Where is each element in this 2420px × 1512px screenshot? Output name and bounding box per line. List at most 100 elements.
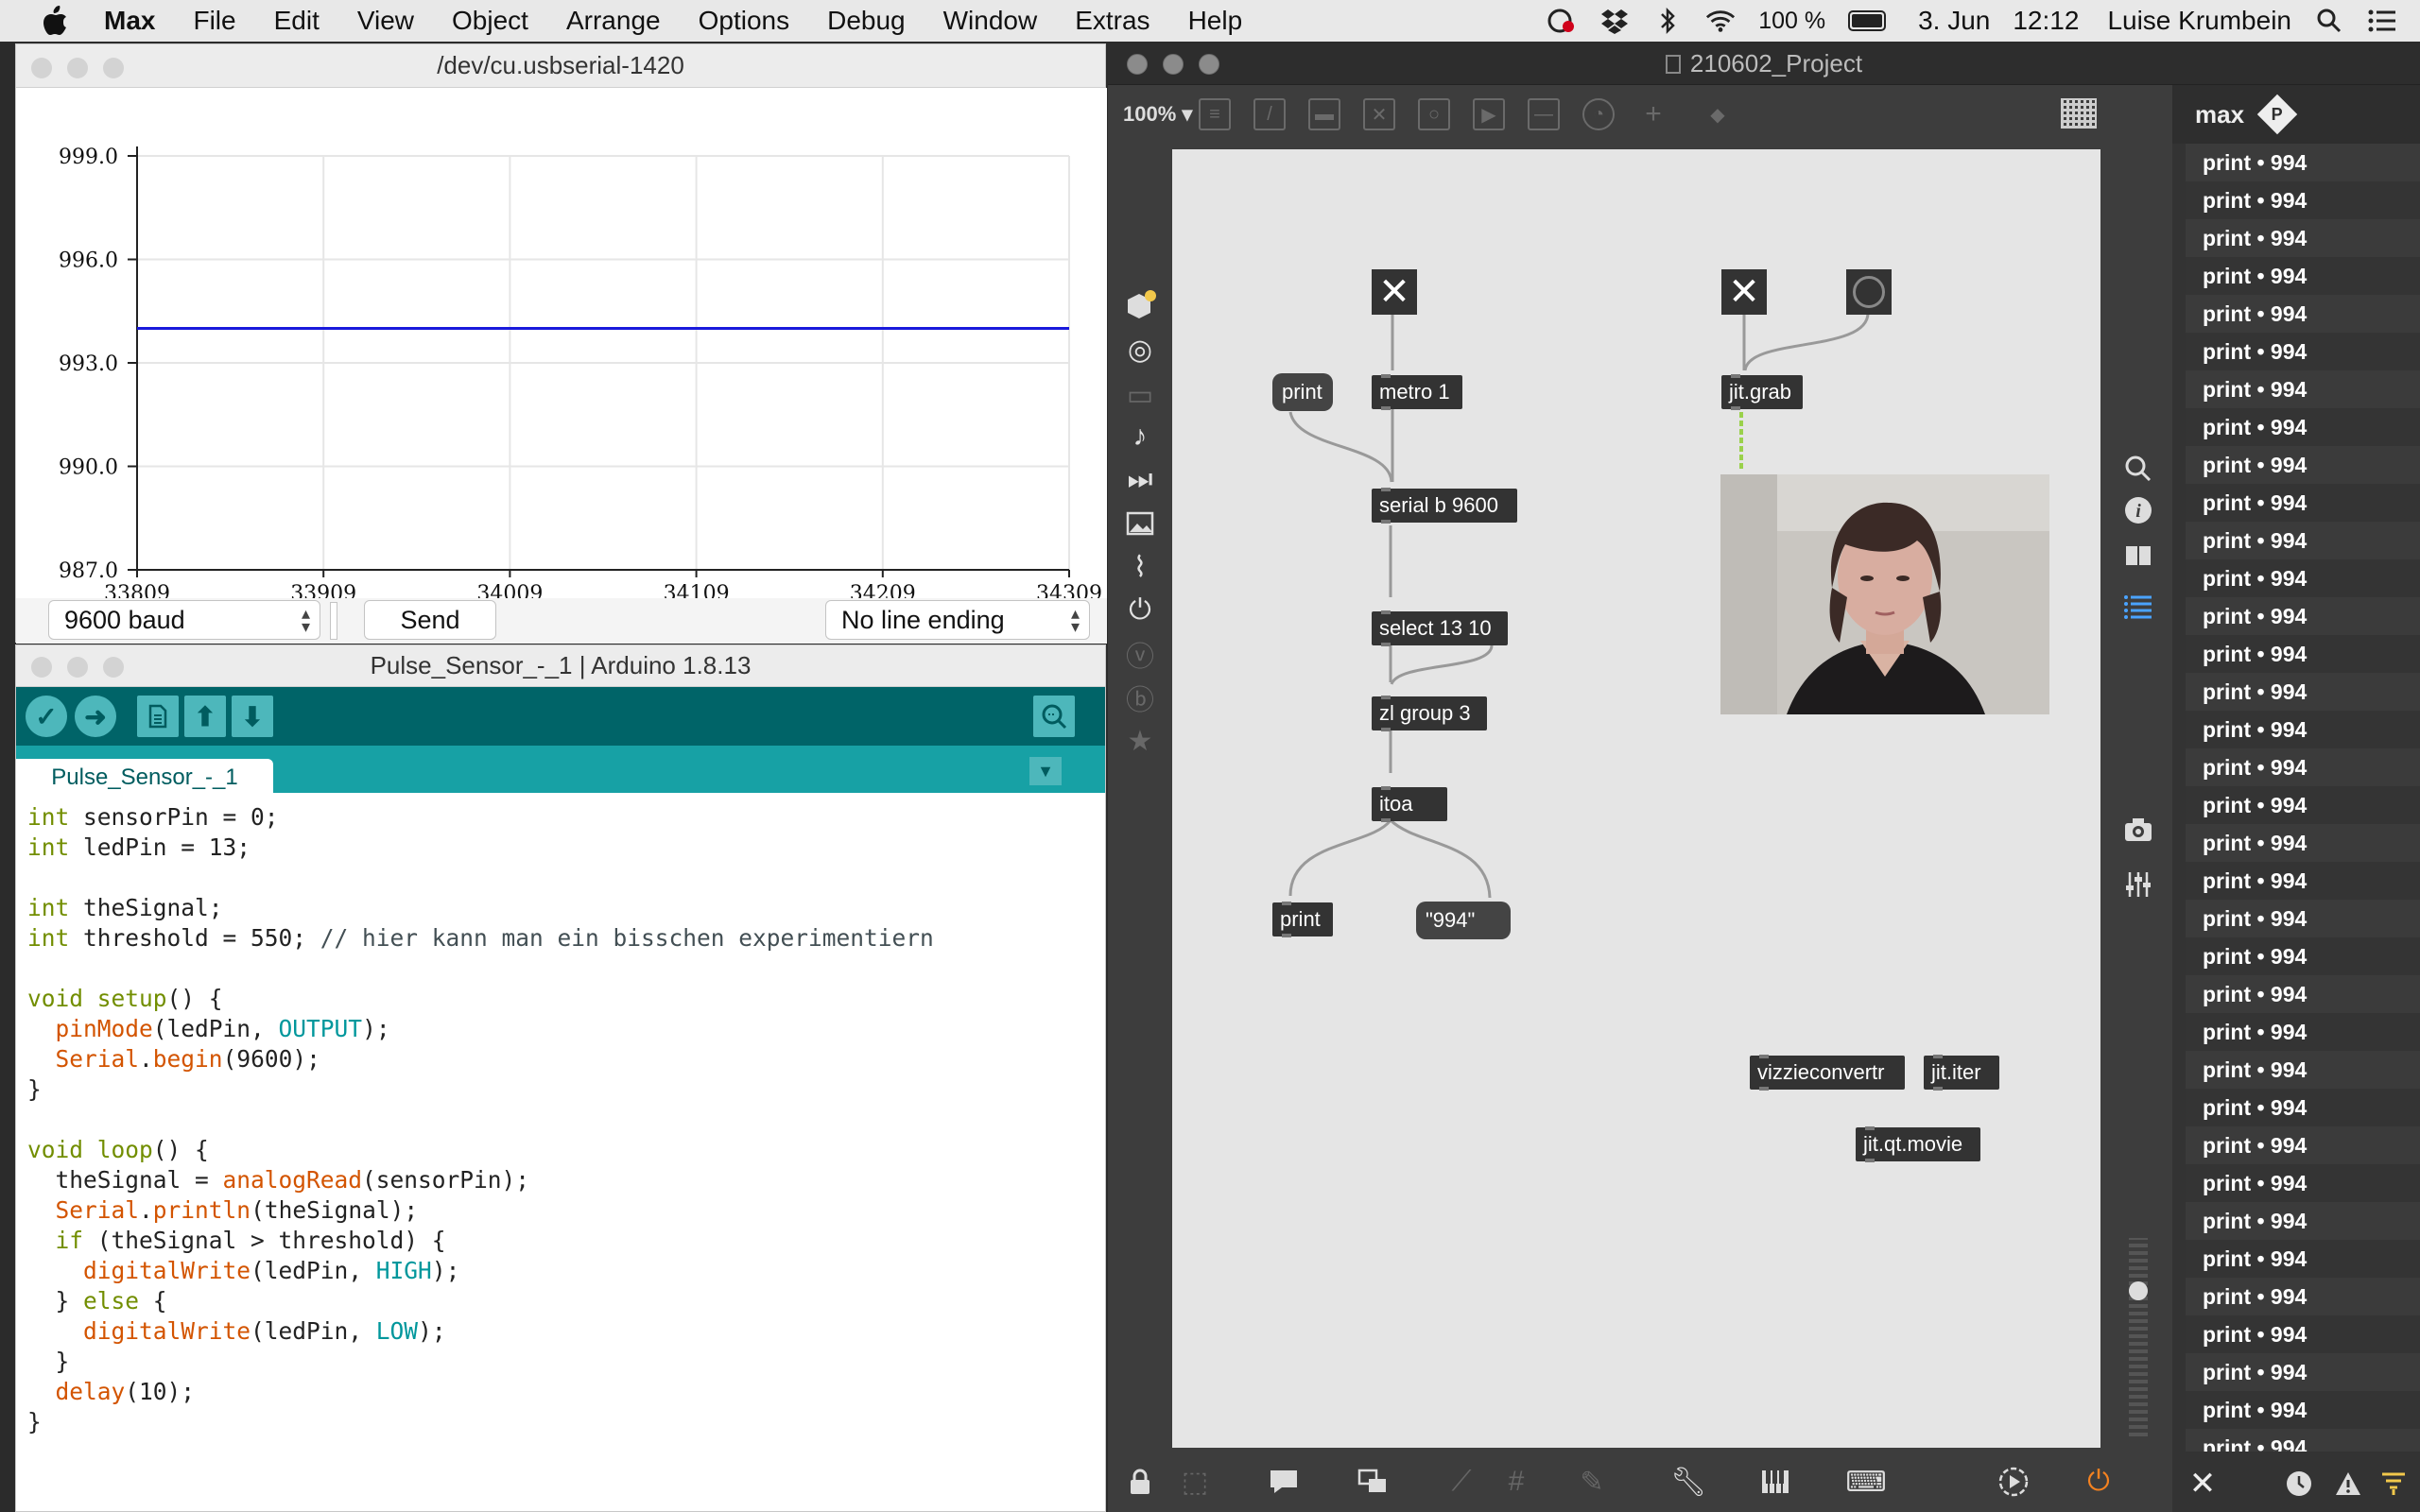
console-row[interactable]: print • 994 xyxy=(2186,862,2420,900)
upload-icon[interactable]: ➜ xyxy=(75,696,116,737)
console-row[interactable]: print • 994 xyxy=(2186,824,2420,862)
lock-icon[interactable] xyxy=(1123,1465,1157,1499)
send-input[interactable] xyxy=(330,602,337,640)
battery-icon[interactable] xyxy=(1848,10,1887,31)
package-manager-icon[interactable] xyxy=(1123,289,1157,323)
paperclip-icon[interactable]: ⌇ xyxy=(1123,550,1157,584)
console-row[interactable]: print • 994 xyxy=(2186,370,2420,408)
mixer-sliders-icon[interactable] xyxy=(2121,868,2155,902)
console-row[interactable]: print • 994 xyxy=(2186,408,2420,446)
itoa-object[interactable]: itoa xyxy=(1372,786,1447,822)
paint-bucket-icon[interactable]: ◆ xyxy=(1702,98,1734,130)
menu-arrange[interactable]: Arrange xyxy=(566,6,661,36)
media-step-icon[interactable]: ⏭ xyxy=(1123,463,1157,497)
console-row[interactable]: print • 994 xyxy=(2186,597,2420,635)
console-row[interactable]: print • 994 xyxy=(2186,1126,2420,1164)
grid-icon[interactable]: # xyxy=(1499,1465,1533,1499)
device-icon[interactable]: ▭ xyxy=(1123,378,1157,412)
console-row[interactable]: print • 994 xyxy=(2186,1051,2420,1089)
console-row[interactable]: print • 994 xyxy=(2186,446,2420,484)
align-icon[interactable]: ≡ xyxy=(1199,98,1231,130)
arrange-windows-icon[interactable] xyxy=(1356,1465,1390,1499)
console-row[interactable]: print • 994 xyxy=(2186,673,2420,711)
bang-object-icon[interactable]: ○ xyxy=(1418,98,1450,130)
console-row[interactable]: print • 994 xyxy=(2186,786,2420,824)
console-row[interactable]: print • 994 xyxy=(2186,144,2420,181)
console-row[interactable]: print • 994 xyxy=(2186,257,2420,295)
timestamp-icon[interactable] xyxy=(2282,1467,2316,1501)
comment-bubble-icon[interactable] xyxy=(1267,1465,1301,1499)
console-row[interactable]: print • 994 xyxy=(2186,1391,2420,1429)
console-row[interactable]: print • 994 xyxy=(2186,1202,2420,1240)
object-icon[interactable]: / xyxy=(1253,98,1286,130)
piano-icon[interactable] xyxy=(1758,1465,1792,1499)
console-row[interactable]: print • 994 xyxy=(2186,1429,2420,1452)
menu-time[interactable]: 12:12 xyxy=(2013,6,2079,36)
max-titlebar[interactable]: 210602_Project xyxy=(1108,43,2420,85)
dropbox-icon[interactable] xyxy=(1599,6,1630,36)
jit-grab-object[interactable]: jit.grab xyxy=(1721,374,1803,410)
comment-icon[interactable]: ▬ xyxy=(1308,98,1340,130)
wifi-icon[interactable] xyxy=(1705,6,1736,36)
toggle-object-icon[interactable]: ✕ xyxy=(1363,98,1395,130)
message-box-value[interactable]: "994" xyxy=(1416,902,1511,939)
console-row[interactable]: print • 994 xyxy=(2186,900,2420,937)
menu-user[interactable]: Luise Krumbein xyxy=(2107,6,2291,36)
bang-button[interactable] xyxy=(1846,269,1892,315)
hide-cords-icon[interactable]: ⟋ xyxy=(1444,1465,1478,1499)
console-row[interactable]: print • 994 xyxy=(2186,181,2420,219)
info-icon[interactable]: i xyxy=(2121,493,2155,527)
metro-object[interactable]: metro 1 xyxy=(1372,374,1462,410)
console-row[interactable]: print • 994 xyxy=(2186,522,2420,559)
serial-monitor-icon[interactable] xyxy=(1033,696,1075,737)
reference-book-icon[interactable] xyxy=(2121,539,2155,573)
console-row[interactable]: print • 994 xyxy=(2186,1315,2420,1353)
slider-object-icon[interactable]: — xyxy=(1528,98,1560,130)
menu-debug[interactable]: Debug xyxy=(827,6,906,36)
apple-icon[interactable] xyxy=(38,4,72,38)
console-row[interactable]: print • 994 xyxy=(2186,937,2420,975)
search-icon[interactable] xyxy=(2121,452,2155,486)
star-icon[interactable]: ★ xyxy=(1123,724,1157,758)
dial-object-icon[interactable]: ◔ xyxy=(1582,98,1615,130)
new-sketch-icon[interactable] xyxy=(137,696,179,737)
console-row[interactable]: print • 994 xyxy=(2186,748,2420,786)
meter-knob[interactable] xyxy=(2129,1281,2148,1300)
console-row[interactable]: print • 994 xyxy=(2186,559,2420,597)
wrench-icon[interactable]: 🔧︎ xyxy=(1670,1465,1706,1499)
clear-console-icon[interactable]: ✕ xyxy=(2186,1466,2220,1502)
minimize-icon[interactable] xyxy=(1163,54,1184,75)
console-row[interactable]: print • 994 xyxy=(2186,635,2420,673)
add-object-icon[interactable]: + xyxy=(1637,98,1669,130)
filter-icon[interactable] xyxy=(2377,1467,2411,1501)
print-message-top[interactable]: print xyxy=(1272,373,1333,411)
vizzie-icon[interactable]: ⓥ xyxy=(1123,637,1157,673)
send-button[interactable]: Send xyxy=(364,600,496,640)
jit-pwindow-video[interactable] xyxy=(1720,474,2049,714)
console-row[interactable]: print • 994 xyxy=(2186,333,2420,370)
vizzieconvertr-object[interactable]: vizzieconvertr xyxy=(1750,1055,1905,1091)
menu-edit[interactable]: Edit xyxy=(274,6,320,36)
minimize-icon[interactable] xyxy=(67,58,88,78)
jit-qt-movie-object[interactable]: jit.qt.movie xyxy=(1856,1126,1980,1162)
image-icon[interactable] xyxy=(1123,507,1157,541)
plug-icon[interactable]: ⏻ xyxy=(1123,593,1157,627)
target-icon[interactable]: ◎ xyxy=(1123,333,1157,367)
creative-cloud-icon[interactable] xyxy=(1547,6,1577,36)
keyboard-icon[interactable]: ⌨ xyxy=(1845,1465,1886,1499)
console-row[interactable]: print • 994 xyxy=(2186,295,2420,333)
code-editor[interactable]: int sensorPin = 0; int ledPin = 13; int … xyxy=(27,802,934,1437)
bluetooth-icon[interactable] xyxy=(1652,6,1683,36)
verify-icon[interactable]: ✓ xyxy=(26,696,67,737)
project-icon[interactable]: P xyxy=(2256,94,2298,135)
menu-window[interactable]: Window xyxy=(943,6,1038,36)
play-object-icon[interactable]: ▶ xyxy=(1473,98,1505,130)
save-sketch-icon[interactable]: ⬇ xyxy=(232,696,273,737)
plotter-titlebar[interactable]: /dev/cu.usbserial-1420 xyxy=(16,44,1105,88)
console-row[interactable]: print • 994 xyxy=(2186,1164,2420,1202)
grab-toggle[interactable]: ✕ xyxy=(1721,269,1767,315)
zoom-icon[interactable] xyxy=(103,657,124,678)
close-icon[interactable] xyxy=(31,657,52,678)
transport-play-icon[interactable] xyxy=(1996,1465,2031,1499)
patcher-canvas[interactable] xyxy=(1172,149,2100,1448)
